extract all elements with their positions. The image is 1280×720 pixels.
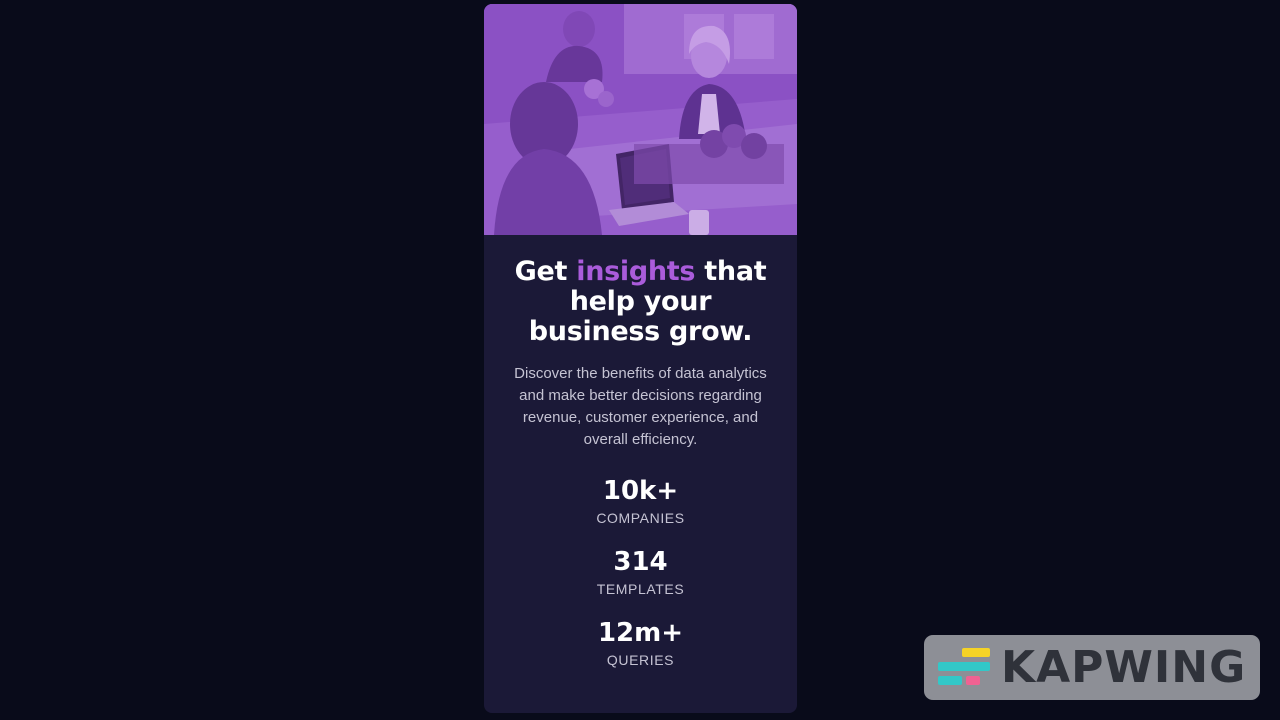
kapwing-wordmark: KAPWING xyxy=(1001,641,1247,693)
kapwing-watermark[interactable]: KAPWING xyxy=(924,635,1260,700)
hero-image xyxy=(484,4,797,235)
stat-value: 314 xyxy=(613,547,668,577)
kapwing-logo-icon xyxy=(938,647,992,688)
stat-companies: 10k+ COMPANIES xyxy=(484,475,797,527)
stat-label: TEMPLATES xyxy=(596,581,685,597)
stats-list: 10k+ COMPANIES 314 TEMPLATES 12m+ QUERIE… xyxy=(484,475,797,669)
card-title: Get insights that help your business gro… xyxy=(508,257,773,347)
stat-templates: 314 TEMPLATES xyxy=(484,546,797,598)
stat-value: 10k+ xyxy=(602,476,679,506)
title-part-1: Get xyxy=(514,256,577,287)
page: Get insights that help your business gro… xyxy=(0,0,1280,720)
stat-label: COMPANIES xyxy=(596,510,685,526)
office-photo-illustration xyxy=(484,4,797,235)
stat-label: QUERIES xyxy=(606,652,675,668)
title-accent: insights xyxy=(576,256,696,287)
stat-queries: 12m+ QUERIES xyxy=(484,617,797,669)
card-description: Discover the benefits of data analytics … xyxy=(514,365,767,448)
stats-preview-card: Get insights that help your business gro… xyxy=(484,4,797,713)
stat-value: 12m+ xyxy=(597,618,684,648)
